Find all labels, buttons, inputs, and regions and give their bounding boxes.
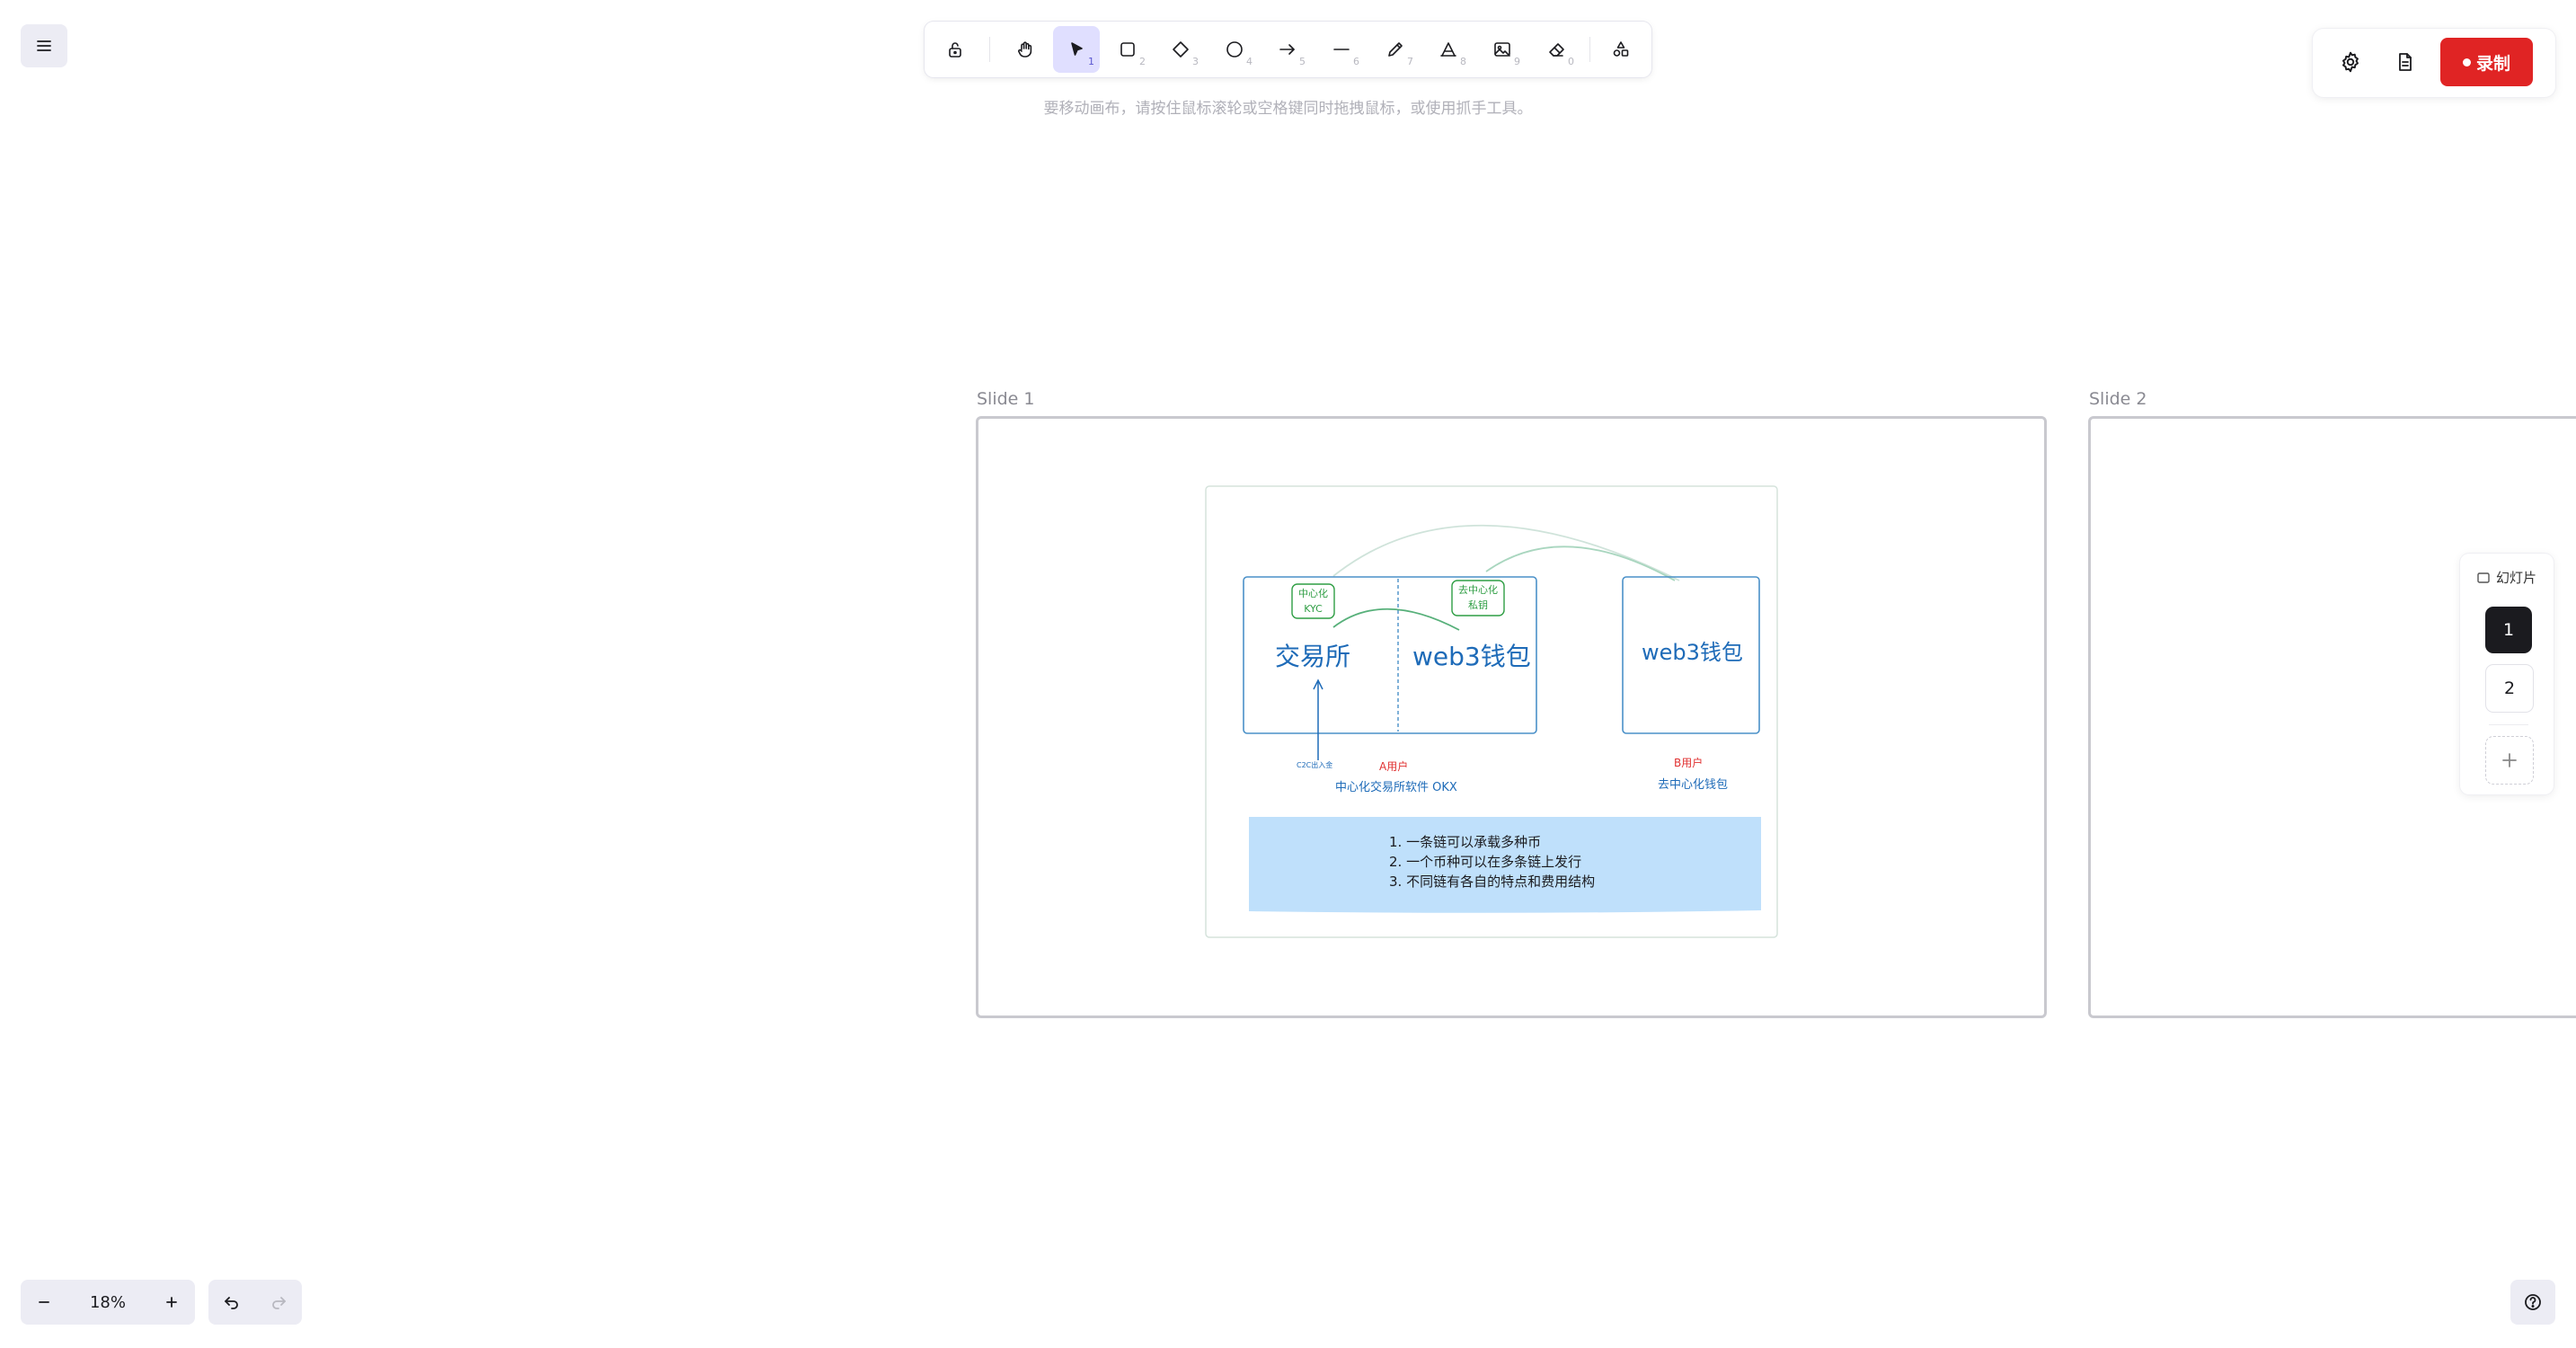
note-item: 3. 不同链有各自的特点和费用结构 [1389,874,1596,890]
slides-icon [2477,572,2490,583]
line-tool-button[interactable]: 6 [1318,26,1365,73]
plus-icon [2502,753,2517,767]
record-label: 录制 [2475,53,2510,74]
slides-panel-header: 幻灯片 [2476,568,2536,587]
gear-icon [2342,51,2359,73]
pencil-icon [1388,42,1403,57]
arrow-right-icon [1279,44,1295,55]
main-toolbar: 1 2 3 4 5 6 7 8 9 0 [925,22,1651,77]
undo-icon [225,1297,238,1309]
tool-shortcut: 1 [1088,56,1094,67]
user-b-label: B用户 [1674,757,1704,769]
document-icon [2399,53,2412,71]
lock-tool-button[interactable] [932,26,978,73]
curve-connector [1332,524,1680,581]
eraser-tool-button[interactable]: 0 [1533,26,1580,73]
text-icon [1440,42,1456,57]
extra-tools-button[interactable] [1598,26,1644,73]
main-menu-button[interactable] [21,24,67,67]
caption-a: 中心化交易所软件 OKX [1335,781,1457,794]
tool-shortcut: 7 [1407,56,1413,67]
history-controls [208,1280,302,1325]
diamond-icon [1173,41,1189,58]
unlock-icon [949,42,961,58]
redo-icon [272,1297,286,1309]
rectangle-icon [1120,42,1135,57]
record-dot-icon [2462,58,2471,67]
zoom-controls: 18% [21,1280,195,1325]
kyc-tag-line2: KYC [1304,603,1323,615]
hand-icon [1018,41,1032,58]
arrow-tool-button[interactable]: 5 [1264,26,1311,73]
slide-1-frame[interactable]: 中心化 KYC 去中心化 私钥 交易所 web3钱包 web3钱包 C2C出入金… [976,416,2047,1018]
private-key-tag-text: 去中心化 私钥 [1452,582,1504,613]
notes-list: 1. 一条链可以承载多种币 2. 一个币种可以在多条链上发行 3. 不同链有各自… [1389,832,1595,891]
note-item: 1. 一条链可以承载多种币 [1389,834,1542,850]
toolbar-divider [1589,37,1590,62]
canvas-hint: 要移动画布，请按住鼠标滚轮或空格键同时拖拽鼠标，或使用抓手工具。 [1043,100,1533,118]
curve-connector [1485,545,1676,581]
circle-icon [1226,41,1243,58]
tool-shortcut: 2 [1139,56,1146,67]
selection-tool-button[interactable]: 1 [1053,26,1100,73]
zoom-out-button[interactable] [21,1280,67,1325]
user-a-label: A用户 [1379,760,1409,773]
panel-divider [2489,724,2528,725]
help-icon [2525,1294,2541,1310]
slide-thumb-2[interactable]: 2 [2485,664,2534,713]
tool-shortcut: 9 [1514,56,1520,67]
tool-shortcut: 3 [1192,56,1199,67]
key-tag-line1: 去中心化 [1458,584,1498,596]
hand-tool-button[interactable] [1002,26,1049,73]
curve-connector [1332,607,1460,631]
document-button[interactable] [2386,40,2425,84]
image-tool-button[interactable]: 9 [1479,26,1526,73]
note-item: 2. 一个币种可以在多条链上发行 [1389,854,1582,870]
record-button[interactable]: 录制 [2440,38,2533,86]
wallet-a-label: web3钱包 [1412,642,1531,671]
zoom-in-button[interactable] [148,1280,195,1325]
slide-1-diagram [1205,485,1778,938]
line-icon [1333,49,1350,50]
slide-thumb-1[interactable]: 1 [2485,607,2532,653]
toolbar-divider [989,37,990,62]
add-slide-button[interactable] [2485,736,2534,785]
minus-icon [39,1301,49,1303]
tool-shortcut: 0 [1568,56,1574,67]
wallet-b-label: web3钱包 [1642,640,1743,665]
slide-label: Slide 1 [977,389,1035,409]
tool-shortcut: 5 [1299,56,1306,67]
image-icon [1494,42,1510,57]
kyc-tag-line1: 中心化 [1298,588,1328,599]
ellipse-tool-button[interactable]: 4 [1211,26,1258,73]
text-tool-button[interactable]: 8 [1425,26,1472,73]
c2c-note: C2C出入金 [1297,761,1333,769]
eraser-icon [1549,43,1564,57]
plus-icon [166,1297,177,1308]
caption-b: 去中心化钱包 [1658,778,1729,792]
tool-shortcut: 4 [1246,56,1253,67]
diamond-tool-button[interactable]: 3 [1157,26,1204,73]
shapes-icon [1613,41,1629,57]
tool-shortcut: 6 [1353,56,1359,67]
slide-label: Slide 2 [2089,389,2147,409]
redo-button[interactable] [255,1280,302,1325]
help-button[interactable] [2510,1280,2555,1325]
pointer-icon [1071,42,1083,56]
rectangle-tool-button[interactable]: 2 [1104,26,1151,73]
key-tag-line2: 私钥 [1468,599,1488,611]
undo-button[interactable] [208,1280,255,1325]
exchange-label: 交易所 [1275,642,1351,671]
zoom-level[interactable]: 18% [67,1280,148,1325]
kyc-tag-text: 中心化 KYC [1292,586,1334,616]
hamburger-icon [37,40,51,51]
draw-tool-button[interactable]: 7 [1372,26,1419,73]
tool-shortcut: 8 [1460,56,1466,67]
settings-button[interactable] [2331,40,2370,84]
slides-panel-title: 幻灯片 [2496,570,2537,586]
